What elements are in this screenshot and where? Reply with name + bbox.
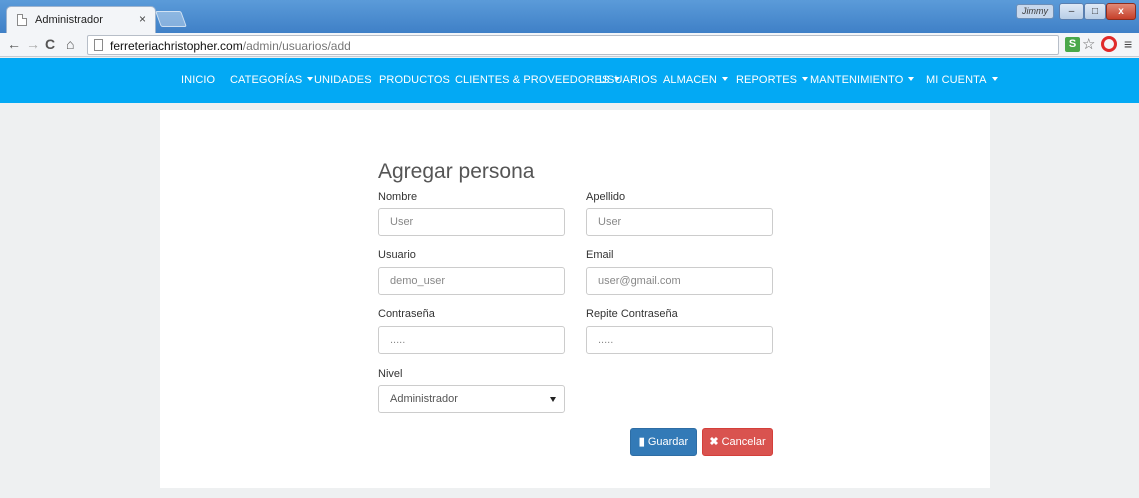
nav-unidades[interactable]: UNIDADES: [314, 74, 372, 86]
page-icon: [94, 39, 103, 51]
email-label: Email: [586, 249, 614, 261]
nav-label: INICIO: [181, 74, 216, 86]
nav-label: CLIENTES & PROVEEDORES: [455, 74, 610, 86]
forward-arrow-icon[interactable]: →: [26, 36, 40, 52]
caret-down-icon: [908, 77, 915, 81]
contrasena-label: Contraseña: [378, 308, 435, 320]
cancel-button[interactable]: ✖ Cancelar: [702, 428, 773, 456]
repeat-password-input[interactable]: [586, 326, 773, 354]
apellido-label: Apellido: [586, 191, 626, 203]
usuario-label: Usuario: [378, 249, 416, 261]
back-arrow-icon[interactable]: ←: [7, 36, 21, 52]
bookmark-star-icon[interactable]: ☆: [1082, 35, 1095, 53]
form-panel: Agregar persona Nombre Apellido Usuario …: [160, 110, 990, 488]
profile-badge[interactable]: Jimmy: [1016, 4, 1054, 19]
extension-s-icon[interactable]: S: [1065, 37, 1080, 52]
home-icon[interactable]: ⌂: [66, 36, 74, 52]
close-window-button[interactable]: x: [1106, 3, 1136, 20]
nivel-select[interactable]: Administrador: [378, 385, 565, 413]
address-bar[interactable]: ferreteriachristopher.com/admin/usuarios…: [87, 35, 1059, 55]
site-navbar: INICIO CATEGORÍAS UNIDADES PRODUCTOS CLI…: [0, 58, 1139, 103]
nav-inicio[interactable]: INICIO: [181, 74, 215, 86]
save-button-label: Guardar: [647, 436, 689, 448]
save-button[interactable]: ▮ Guardar: [630, 428, 697, 456]
nav-productos[interactable]: PRODUCTOS: [379, 74, 450, 86]
usuario-input[interactable]: [378, 267, 565, 295]
page-icon: [17, 14, 27, 26]
nav-reportes[interactable]: REPORTES: [736, 74, 809, 86]
caret-down-icon: [991, 77, 998, 81]
caret-down-icon: [802, 77, 809, 81]
menu-icon[interactable]: ≡: [1124, 36, 1132, 52]
close-tab-icon[interactable]: ×: [139, 12, 146, 26]
repite-contrasena-label: Repite Contraseña: [586, 308, 678, 320]
nav-label: MANTENIMIENTO: [810, 74, 904, 86]
nav-label: ALMACEN: [663, 74, 717, 86]
dropdown-arrow-icon: [550, 397, 556, 402]
nombre-label: Nombre: [378, 191, 418, 203]
nav-label: USUARIOS: [599, 74, 658, 86]
nav-almacen[interactable]: ALMACEN: [663, 74, 728, 86]
new-tab-button[interactable]: [155, 11, 187, 27]
floppy-disk-icon: ▮: [638, 436, 645, 448]
caret-down-icon: [721, 77, 728, 81]
tab-title: Administrador: [35, 14, 103, 26]
nav-label: CATEGORÍAS: [230, 74, 303, 86]
nav-label: MI CUENTA: [926, 74, 987, 86]
nombre-input[interactable]: [378, 208, 565, 236]
browser-tab[interactable]: Administrador ×: [6, 6, 156, 33]
cancel-button-label: Cancelar: [721, 436, 766, 448]
url-host: ferreteriachristopher.com: [110, 39, 243, 53]
nivel-label: Nivel: [378, 368, 403, 380]
url-path: /admin/usuarios/add: [242, 39, 351, 53]
nav-label: UNIDADES: [314, 74, 372, 86]
browser-toolbar: ← → C ⌂ ferreteriachristopher.com/admin/…: [0, 33, 1139, 57]
nav-mi-cuenta[interactable]: MI CUENTA: [926, 74, 998, 86]
password-input[interactable]: [378, 326, 565, 354]
browser-titlebar: Administrador × Jimmy – □ x: [0, 0, 1139, 33]
email-input[interactable]: [586, 267, 773, 295]
maximize-button[interactable]: □: [1084, 3, 1106, 20]
opera-extension-icon[interactable]: [1101, 36, 1117, 52]
caret-down-icon: [307, 77, 314, 81]
nav-clientes-proveedores[interactable]: CLIENTES & PROVEEDORES: [455, 74, 621, 86]
nav-label: PRODUCTOS: [379, 74, 450, 86]
nav-usuarios[interactable]: USUARIOS: [599, 74, 657, 86]
apellido-input[interactable]: [586, 208, 773, 236]
minimize-button[interactable]: –: [1059, 3, 1084, 20]
page-title: Agregar persona: [378, 160, 535, 183]
reload-icon[interactable]: C: [45, 36, 55, 52]
nav-mantenimiento[interactable]: MANTENIMIENTO: [810, 74, 915, 86]
nav-label: REPORTES: [736, 74, 798, 86]
url-text: ferreteriachristopher.com/admin/usuarios…: [110, 39, 351, 53]
nav-categorias[interactable]: CATEGORÍAS: [230, 74, 314, 86]
close-x-icon: ✖: [709, 436, 719, 448]
nivel-selected-value: Administrador: [390, 393, 458, 405]
